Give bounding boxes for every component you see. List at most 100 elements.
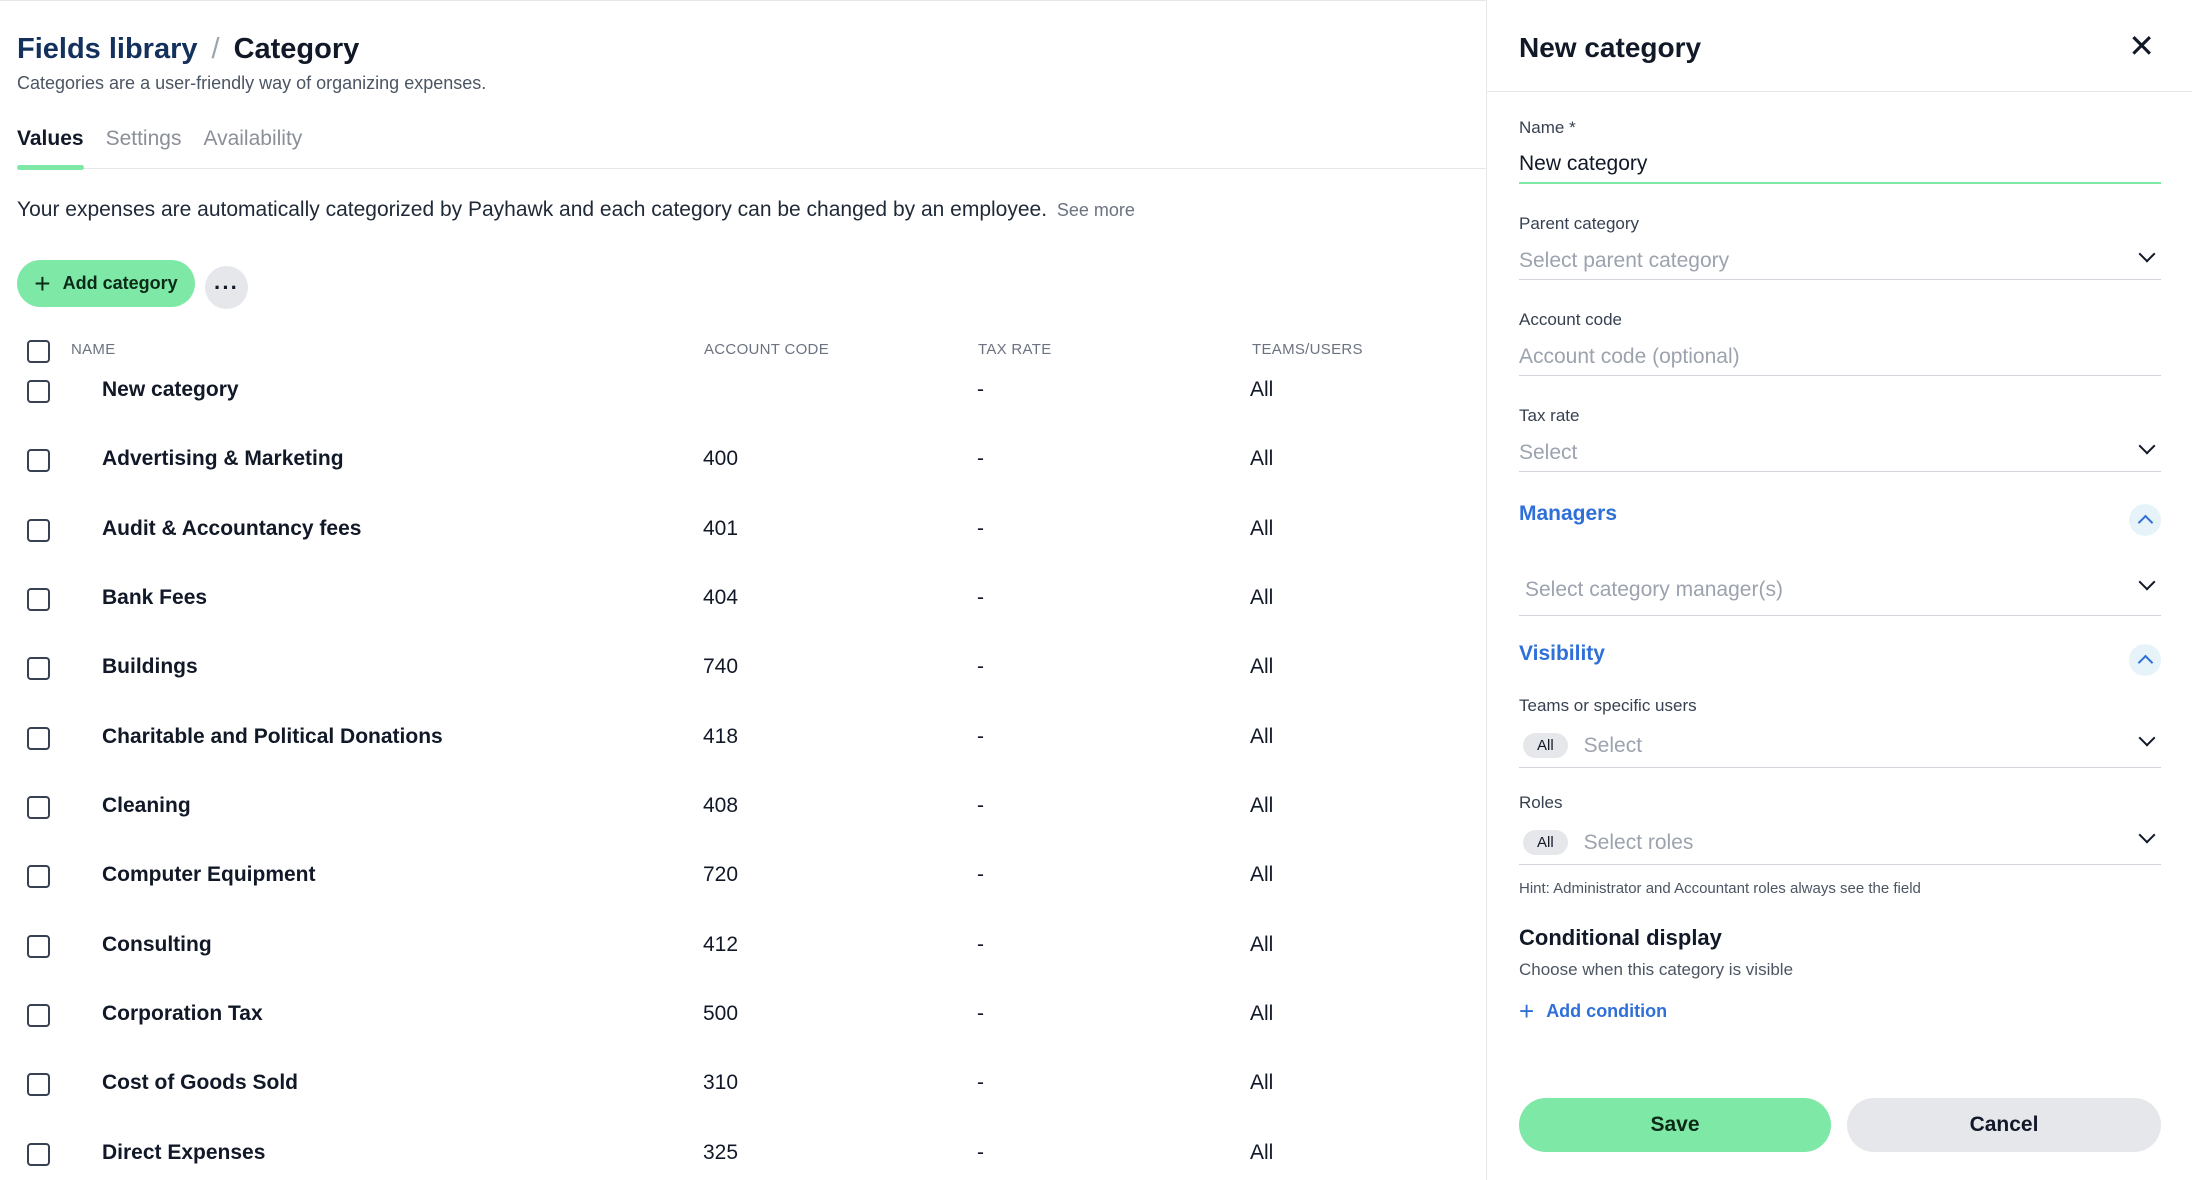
tax-rate: - bbox=[977, 1071, 984, 1094]
row-checkbox[interactable] bbox=[27, 796, 50, 819]
teams-all-pill[interactable]: All bbox=[1523, 733, 1568, 758]
panel-title: New category bbox=[1519, 32, 1702, 63]
table-row[interactable]: Corporation Tax 500 - All bbox=[0, 992, 1486, 1042]
tax-rate-field: Tax rate Select bbox=[1519, 406, 2161, 472]
tax-rate: - bbox=[977, 447, 984, 470]
account-code: 325 bbox=[703, 1141, 739, 1164]
tax-rate: - bbox=[977, 794, 984, 817]
table-row[interactable]: New category - All bbox=[0, 368, 1486, 418]
add-condition-button[interactable]: + Add condition bbox=[1519, 998, 1667, 1024]
parent-category-select[interactable]: Select parent category bbox=[1519, 242, 2161, 280]
account-code: 418 bbox=[703, 725, 739, 748]
category-name: Buildings bbox=[102, 655, 198, 678]
account-code: 404 bbox=[703, 586, 739, 609]
name-field: Name * New category bbox=[1519, 118, 2161, 184]
chevron-up-icon[interactable] bbox=[2129, 644, 2161, 676]
add-category-button[interactable]: + Add category bbox=[17, 260, 195, 307]
category-name: Consulting bbox=[102, 933, 212, 956]
account-code: 408 bbox=[703, 794, 739, 817]
see-more-link[interactable]: See more bbox=[1057, 200, 1135, 220]
category-name: New category bbox=[102, 378, 239, 401]
managers-title: Managers bbox=[1519, 502, 1618, 525]
conditional-display-title: Conditional display bbox=[1519, 925, 1722, 950]
roles-select[interactable]: All Select roles bbox=[1519, 821, 2161, 865]
breadcrumb-fields-library-link[interactable]: Fields library bbox=[17, 33, 198, 66]
plus-icon: + bbox=[1519, 996, 1535, 1026]
select-all-checkbox[interactable] bbox=[27, 340, 50, 363]
table-row[interactable]: Buildings 740 - All bbox=[0, 645, 1486, 695]
roles-field: Roles All Select roles bbox=[1519, 793, 2161, 865]
table-row[interactable]: Audit & Accountancy fees 401 - All bbox=[0, 507, 1486, 557]
info-text-line: Your expenses are automatically categori… bbox=[17, 198, 1135, 222]
tax-rate-placeholder: Select bbox=[1519, 440, 1578, 464]
account-code-field: Account code Account code (optional) bbox=[1519, 310, 2161, 376]
table-row[interactable]: Charitable and Political Donations 418 - Al… bbox=[0, 715, 1486, 765]
row-checkbox[interactable] bbox=[27, 1143, 50, 1166]
chevron-down-icon bbox=[2138, 729, 2156, 747]
page-subtitle: Categories are a user-friendly way of or… bbox=[17, 73, 487, 93]
row-checkbox[interactable] bbox=[27, 380, 50, 403]
account-code: 720 bbox=[703, 863, 739, 886]
category-name: Audit & Accountancy fees bbox=[102, 517, 362, 540]
account-code-input[interactable]: Account code (optional) bbox=[1519, 338, 2161, 376]
tab-settings[interactable]: Settings bbox=[106, 127, 182, 169]
row-checkbox[interactable] bbox=[27, 865, 50, 888]
managers-section-header[interactable]: Managers bbox=[1519, 502, 2161, 538]
table-row[interactable]: Bank Fees 404 - All bbox=[0, 576, 1486, 626]
tab-availability[interactable]: Availability bbox=[203, 127, 302, 169]
teams-select[interactable]: All Select bbox=[1519, 724, 2161, 768]
table-row[interactable]: Cleaning 408 - All bbox=[0, 784, 1486, 834]
main-content: Fields library / Category Categories are… bbox=[0, 0, 1487, 1180]
parent-category-field: Parent category Select parent category bbox=[1519, 214, 2161, 280]
save-button[interactable]: Save bbox=[1519, 1098, 1831, 1152]
tab-values[interactable]: Values bbox=[17, 127, 84, 170]
column-header-teams-users[interactable]: TEAMS/USERS bbox=[1252, 341, 1363, 358]
tax-rate-select[interactable]: Select bbox=[1519, 434, 2161, 472]
column-header-tax-rate[interactable]: TAX RATE bbox=[978, 341, 1052, 358]
row-checkbox[interactable] bbox=[27, 727, 50, 750]
more-options-button[interactable]: ··· bbox=[205, 266, 248, 309]
teams-users: All bbox=[1250, 1002, 1274, 1025]
roles-all-pill[interactable]: All bbox=[1523, 830, 1568, 855]
category-name: Advertising & Marketing bbox=[102, 447, 344, 470]
table-row[interactable]: Consulting 412 - All bbox=[0, 923, 1486, 973]
table-row[interactable]: Computer Equipment 720 - All bbox=[0, 853, 1486, 903]
teams-field: Teams or specific users All Select bbox=[1519, 696, 2161, 768]
tax-rate: - bbox=[977, 655, 984, 678]
tax-rate: - bbox=[977, 517, 984, 540]
close-icon[interactable]: ✕ bbox=[2128, 30, 2155, 62]
category-name: Direct Expenses bbox=[102, 1141, 266, 1164]
tax-rate: - bbox=[977, 1002, 984, 1025]
table-row[interactable]: Advertising & Marketing 400 - All bbox=[0, 437, 1486, 487]
teams-users: All bbox=[1250, 794, 1274, 817]
column-header-name[interactable]: NAME bbox=[71, 341, 116, 358]
category-name: Bank Fees bbox=[102, 586, 208, 609]
visibility-section-header[interactable]: Visibility bbox=[1519, 642, 2161, 678]
breadcrumb: Fields library / Category bbox=[17, 33, 359, 66]
account-code-label: Account code bbox=[1519, 310, 1623, 329]
managers-select[interactable]: Select category manager(s) bbox=[1519, 564, 2161, 616]
row-checkbox[interactable] bbox=[27, 588, 50, 611]
row-checkbox[interactable] bbox=[27, 519, 50, 542]
tax-rate: - bbox=[977, 933, 984, 956]
teams-users: All bbox=[1250, 725, 1274, 748]
plus-icon: + bbox=[34, 267, 51, 299]
row-checkbox[interactable] bbox=[27, 449, 50, 472]
add-category-label: Add category bbox=[62, 273, 178, 293]
teams-users: All bbox=[1250, 863, 1274, 886]
row-checkbox[interactable] bbox=[27, 935, 50, 958]
teams-users: All bbox=[1250, 1071, 1274, 1094]
chevron-up-icon[interactable] bbox=[2129, 504, 2161, 536]
name-label: Name * bbox=[1519, 118, 1576, 137]
cancel-button[interactable]: Cancel bbox=[1847, 1098, 2161, 1152]
page-title: Category bbox=[233, 33, 360, 65]
account-code: 740 bbox=[703, 655, 739, 678]
column-header-account-code[interactable]: ACCOUNT CODE bbox=[704, 341, 829, 358]
roles-label: Roles bbox=[1519, 793, 1563, 812]
row-checkbox[interactable] bbox=[27, 657, 50, 680]
table-row[interactable]: Cost of Goods Sold 310 - All bbox=[0, 1061, 1486, 1111]
table-row[interactable]: Direct Expenses 325 - All bbox=[0, 1131, 1486, 1180]
row-checkbox[interactable] bbox=[27, 1073, 50, 1096]
row-checkbox[interactable] bbox=[27, 1004, 50, 1027]
name-input[interactable]: New category bbox=[1519, 146, 2161, 184]
